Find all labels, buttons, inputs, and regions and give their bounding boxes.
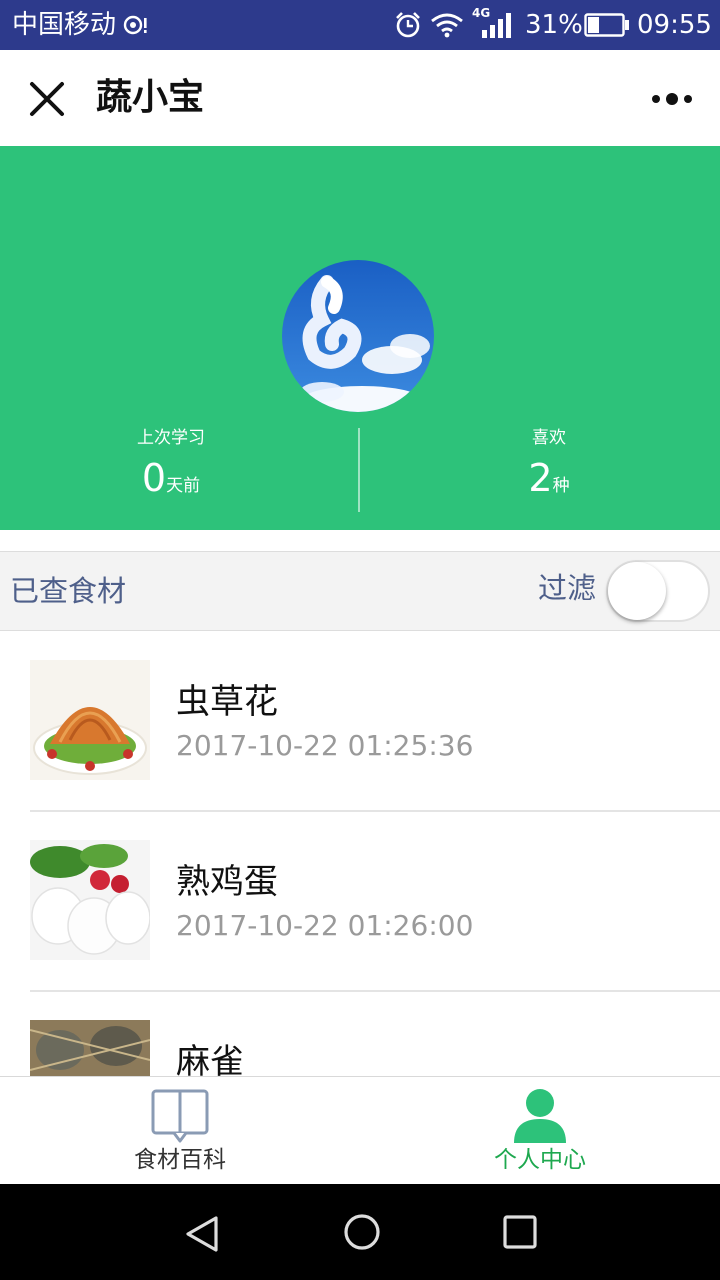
battery-icon — [584, 13, 629, 37]
last-study-unit: 天前 — [166, 476, 201, 496]
title-bar: 蔬小宝 — [0, 50, 720, 146]
signal-icon — [482, 13, 511, 38]
section-header: 已查食材 过滤 — [0, 551, 720, 631]
carrier-name: 中国移动 — [12, 10, 117, 40]
profile-header: 上次学习 0天前 喜欢 2种 — [0, 146, 720, 530]
battery-percent: 31% — [525, 10, 583, 40]
recent-apps-icon[interactable] — [500, 1212, 540, 1252]
food-name: 熟鸡蛋 — [176, 862, 278, 902]
book-icon — [151, 1089, 209, 1143]
last-study-stat: 上次学习 0天前 — [71, 426, 271, 508]
wifi-icon — [431, 13, 463, 38]
last-study-value: 0 — [141, 456, 167, 500]
likes-label: 喜欢 — [532, 428, 566, 448]
filter-toggle[interactable] — [606, 560, 710, 622]
likes-stat: 喜欢 2种 — [449, 426, 649, 508]
tab-encyclopedia-label: 食材百科 — [134, 1147, 226, 1173]
tab-encyclopedia[interactable]: 食材百科 — [0, 1077, 360, 1185]
food-timestamp: 2017-10-22 01:26:00 — [176, 909, 474, 942]
page-title: 蔬小宝 — [96, 77, 205, 118]
list-item[interactable]: 熟鸡蛋 2017-10-22 01:26:00 — [30, 812, 720, 992]
food-name: 虫草花 — [176, 682, 278, 722]
list-item[interactable]: 麻雀 — [30, 992, 720, 1076]
last-study-label: 上次学习 — [137, 428, 205, 448]
tab-profile[interactable]: 个人中心 — [360, 1077, 720, 1185]
section-title: 已查食材 — [10, 574, 127, 608]
alarm-icon — [396, 12, 420, 38]
stat-divider — [358, 428, 360, 512]
home-icon[interactable] — [338, 1208, 386, 1256]
filter-label: 过滤 — [538, 571, 597, 605]
system-nav-bar — [0, 1184, 720, 1280]
user-icon — [514, 1089, 566, 1143]
food-thumbnail — [30, 660, 150, 780]
food-thumbnail — [30, 840, 150, 960]
avatar[interactable] — [282, 260, 434, 412]
food-thumbnail — [30, 1020, 150, 1076]
toggle-knob — [608, 562, 666, 620]
bottom-tab-bar: 食材百科 个人中心 — [0, 1076, 720, 1184]
hd-voice-icon — [123, 15, 147, 35]
more-options-icon[interactable] — [648, 84, 696, 114]
status-bar: 中国移动 4G 31% 09:55 — [0, 0, 720, 50]
likes-value: 2 — [528, 456, 553, 500]
tab-profile-label: 个人中心 — [494, 1147, 586, 1173]
food-list: 虫草花 2017-10-22 01:25:36 熟鸡蛋 2017-10-22 0… — [0, 632, 720, 1076]
close-icon[interactable] — [28, 80, 66, 118]
clock: 09:55 — [637, 10, 712, 40]
food-timestamp: 2017-10-22 01:25:36 — [176, 729, 474, 762]
food-name: 麻雀 — [176, 1042, 244, 1076]
list-item[interactable]: 虫草花 2017-10-22 01:25:36 — [30, 632, 720, 812]
back-icon[interactable] — [180, 1212, 224, 1256]
likes-unit: 种 — [552, 476, 570, 496]
